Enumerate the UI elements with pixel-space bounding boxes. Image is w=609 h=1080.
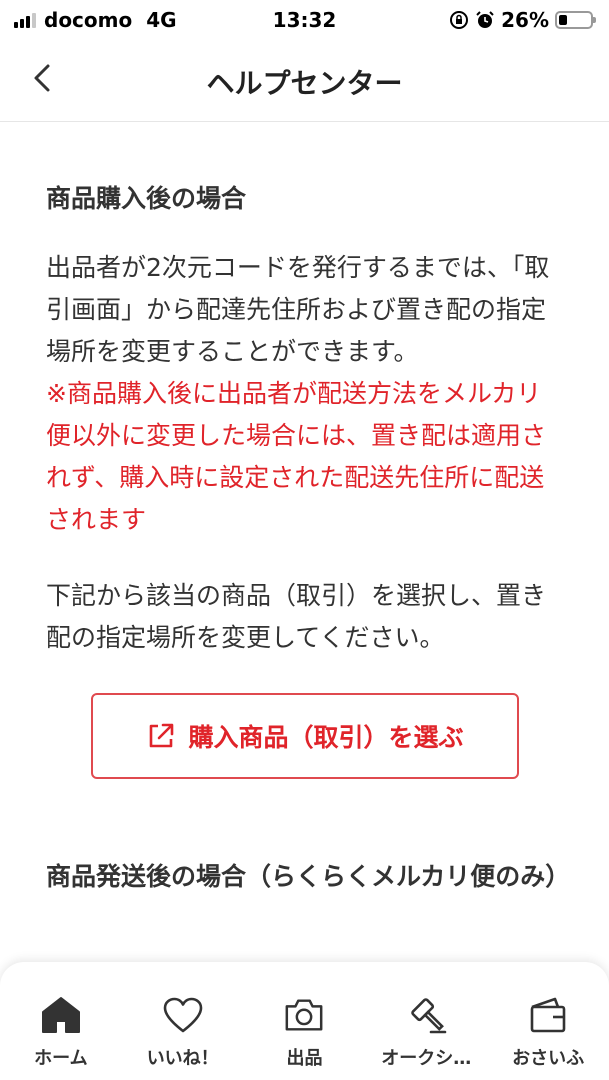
wallet-icon: [527, 994, 569, 1036]
help-center-screen: docomo 4G 13:32 26% ヘルプセンター 商品購入後の場合 出品者…: [0, 0, 609, 1080]
network-type: 4G: [146, 8, 177, 32]
home-icon: [40, 994, 82, 1036]
status-bar: docomo 4G 13:32 26%: [0, 0, 609, 40]
nav-header: ヘルプセンター: [0, 40, 609, 122]
tab-label-likes: いいね！: [146, 1048, 219, 1069]
select-purchased-item-button[interactable]: 購入商品（取引）を選ぶ: [91, 693, 519, 779]
orientation-lock-icon: [450, 11, 469, 29]
tab-label-auction: オークシ…: [381, 1048, 472, 1069]
select-instruction-text: 下記から該当の商品（取引）を選択し、置き配の指定場所を変更してください。: [46, 581, 547, 652]
tab-auction[interactable]: オークシ…: [366, 994, 486, 1080]
bottom-tab-bar: ホーム いいね！ 出品 オークシ… おさいふ: [0, 962, 609, 1080]
change-address-text: 出品者が2次元コードを発行するまでは、「取引画面」から配達先住所および置き配の指…: [46, 253, 550, 366]
tab-label-wallet: おさいふ: [512, 1048, 585, 1069]
section-heading-after-purchase: 商品購入後の場合: [46, 184, 247, 213]
section-heading-after-shipping: 商品発送後の場合（らくらくメルカリ便のみ）: [46, 862, 571, 891]
tab-sell[interactable]: 出品: [244, 994, 364, 1080]
section-body-text: 出品者が2次元コードを発行するまでは、「取引画面」から配達先住所および置き配の指…: [46, 247, 566, 541]
battery-percent: 26%: [501, 8, 549, 32]
page-title: ヘルプセンター: [206, 67, 403, 100]
gavel-icon: [405, 994, 447, 1036]
carrier-info: docomo 4G: [44, 8, 177, 32]
select-button-label: 購入商品（取引）を選ぶ: [188, 723, 464, 752]
battery-icon: [555, 11, 596, 29]
tab-label-sell: 出品: [286, 1048, 323, 1069]
tab-home[interactable]: ホーム: [1, 994, 121, 1080]
help-content: 商品購入後の場合 出品者が2次元コードを発行するまでは、「取引画面」から配達先住…: [46, 122, 571, 897]
warning-text: ※商品購入後に出品者が配送方法をメルカリ便以外に変更した場合には、置き配は適用さ…: [46, 379, 547, 534]
carrier-name: docomo: [44, 8, 133, 32]
status-right: 26%: [449, 8, 596, 32]
status-left: docomo 4G: [14, 8, 177, 32]
battery-fill: [559, 15, 567, 25]
heart-icon: [162, 994, 204, 1036]
camera-icon: [283, 994, 325, 1036]
tab-wallet[interactable]: おさいふ: [488, 994, 608, 1080]
external-link-icon: [150, 723, 174, 748]
tab-label-home: ホーム: [34, 1048, 88, 1069]
signal-icon: [14, 12, 36, 28]
tab-likes[interactable]: いいね！: [123, 994, 243, 1080]
alarm-icon: [476, 11, 494, 28]
